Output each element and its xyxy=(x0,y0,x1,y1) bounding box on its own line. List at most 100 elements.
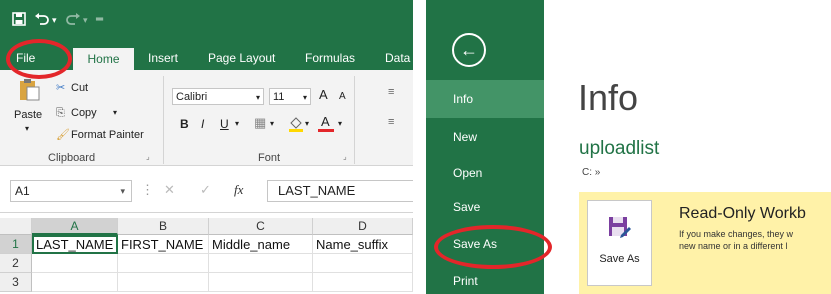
row-header[interactable]: 3 xyxy=(0,273,32,292)
insert-function-button[interactable]: fx xyxy=(234,182,243,198)
copy-icon: ⎘ xyxy=(56,107,65,119)
backstage-item-info[interactable]: Info xyxy=(426,80,544,118)
excel-window: ▾ ▾ ═ File Home Insert Page Layout Formu… xyxy=(0,0,413,294)
font-color-label: A xyxy=(321,114,330,129)
tab-data[interactable]: Data xyxy=(385,50,410,66)
underline-button[interactable]: U xyxy=(220,117,229,131)
font-size-combo[interactable]: 11 ▾ xyxy=(269,88,311,105)
annotation-oval-file xyxy=(6,39,72,79)
format-painter-icon: 🖌 xyxy=(56,129,70,141)
fill-color-dropdown-icon[interactable]: ▾ xyxy=(305,117,309,131)
cell-b1[interactable]: FIRST_NAME xyxy=(118,235,209,254)
read-only-message-line: new name or in a different l xyxy=(679,241,788,251)
font-launcher-icon[interactable]: ⌟ xyxy=(343,150,347,164)
paste-label: Paste xyxy=(14,109,43,121)
page-title: Info xyxy=(578,77,639,118)
align-top-icon[interactable]: ≡ xyxy=(388,85,394,99)
cell-d3[interactable] xyxy=(313,273,413,292)
borders-dropdown-icon[interactable]: ▾ xyxy=(270,117,274,131)
customize-icon[interactable]: ═ xyxy=(96,12,103,28)
paste-dropdown-icon: ▾ xyxy=(25,124,30,133)
group-divider xyxy=(163,76,164,164)
underline-dropdown-icon[interactable]: ▾ xyxy=(235,117,239,131)
chevron-down-icon: ▾ xyxy=(255,93,260,102)
read-only-title: Read-Only Workb xyxy=(679,205,806,222)
select-all-corner[interactable] xyxy=(0,218,32,235)
grow-font-button[interactable]: A xyxy=(319,88,328,102)
tab-home[interactable]: Home xyxy=(73,48,134,70)
backstage-item-save[interactable]: Save xyxy=(426,188,544,226)
save-as-button[interactable]: Save As xyxy=(587,200,652,286)
read-only-message-line: If you make changes, they w xyxy=(679,229,794,239)
redo-dropdown-icon[interactable]: ▾ xyxy=(83,12,88,28)
chevron-down-icon: ▾ xyxy=(120,186,125,196)
align-left-icon[interactable]: ≡ xyxy=(388,115,394,129)
copy-button[interactable]: ⎘ Copy ▾ xyxy=(56,106,126,122)
paste-button[interactable]: Paste ▾ xyxy=(14,78,44,144)
fill-color-icon[interactable] xyxy=(288,116,304,137)
row-header[interactable]: 1 xyxy=(0,235,32,254)
tab-insert[interactable]: Insert xyxy=(148,50,178,66)
column-header[interactable]: A xyxy=(32,218,118,235)
back-arrow-icon[interactable]: ← xyxy=(452,33,486,67)
clipboard-launcher-icon[interactable]: ⌟ xyxy=(146,150,150,164)
format-painter-button[interactable]: 🖌 Format Painter xyxy=(56,128,156,144)
font-name-value: Calibri xyxy=(176,91,208,103)
copy-label: Copy xyxy=(71,107,97,119)
name-box-value: A1 xyxy=(15,184,30,198)
save-as-label: Save As xyxy=(599,253,640,265)
italic-button[interactable]: I xyxy=(201,117,204,131)
save-as-icon xyxy=(608,215,632,244)
backstage-item-new[interactable]: New xyxy=(426,118,544,156)
column-header[interactable]: B xyxy=(118,218,209,235)
column-header[interactable]: D xyxy=(313,218,413,235)
font-size-value: 11 xyxy=(273,91,285,103)
cell-c3[interactable] xyxy=(209,273,313,292)
clipboard-group-label: Clipboard xyxy=(48,152,96,164)
scissors-icon: ✂ xyxy=(56,82,66,94)
cell-b2[interactable] xyxy=(118,254,209,273)
font-group-label: Font xyxy=(258,152,281,164)
paste-icon xyxy=(17,78,41,107)
format-painter-label: Format Painter xyxy=(71,129,144,141)
backstage-item-open[interactable]: Open xyxy=(426,154,544,192)
cancel-entry-button[interactable]: ✕ xyxy=(164,182,175,198)
enter-entry-button[interactable]: ✓ xyxy=(200,182,211,198)
cell-a3[interactable] xyxy=(32,273,118,292)
cell-d1[interactable]: Name_suffix xyxy=(313,235,413,254)
save-icon[interactable] xyxy=(12,12,26,29)
tab-formulas[interactable]: Formulas xyxy=(305,50,355,66)
shrink-font-button[interactable]: A xyxy=(339,90,346,104)
font-color-dropdown-icon[interactable]: ▾ xyxy=(338,117,342,131)
row-header[interactable]: 2 xyxy=(0,254,32,273)
undo-icon[interactable] xyxy=(34,12,50,29)
file-path[interactable]: C: » xyxy=(582,167,600,179)
font-name-combo[interactable]: Calibri ▾ xyxy=(172,88,264,105)
borders-icon[interactable]: ▦ xyxy=(254,116,266,130)
redo-icon[interactable] xyxy=(65,12,81,29)
chevron-down-icon: ▾ xyxy=(302,93,307,102)
cell-a2[interactable] xyxy=(32,254,118,273)
bold-button[interactable]: B xyxy=(180,117,189,131)
cell-d2[interactable] xyxy=(313,254,413,273)
cell-b3[interactable] xyxy=(118,273,209,292)
formula-input[interactable]: LAST_NAME xyxy=(267,180,413,202)
copy-dropdown-icon: ▾ xyxy=(113,108,118,117)
font-color-button[interactable]: A xyxy=(318,114,334,133)
title-bar: ▾ ▾ ═ xyxy=(0,0,413,46)
cut-button[interactable]: ✂ Cut xyxy=(56,81,116,97)
cell-c1[interactable]: Middle_name xyxy=(209,235,313,254)
name-box[interactable]: A1 ▾ xyxy=(10,180,132,202)
file-name: uploadlist xyxy=(579,138,660,159)
more-icon: ⋮ xyxy=(141,182,154,197)
cell-c2[interactable] xyxy=(209,254,313,273)
backstage-view: ← Info New Open Save Save As Print Info … xyxy=(426,0,831,294)
cell-a1[interactable]: LAST_NAME xyxy=(32,235,118,254)
column-header[interactable]: C xyxy=(209,218,313,235)
group-divider xyxy=(354,76,355,164)
font-color-bar xyxy=(318,129,334,132)
read-only-message: If you make changes, they w new name or … xyxy=(679,228,793,252)
tab-page-layout[interactable]: Page Layout xyxy=(208,50,275,66)
undo-dropdown-icon[interactable]: ▾ xyxy=(52,12,57,28)
cut-label: Cut xyxy=(71,82,89,94)
